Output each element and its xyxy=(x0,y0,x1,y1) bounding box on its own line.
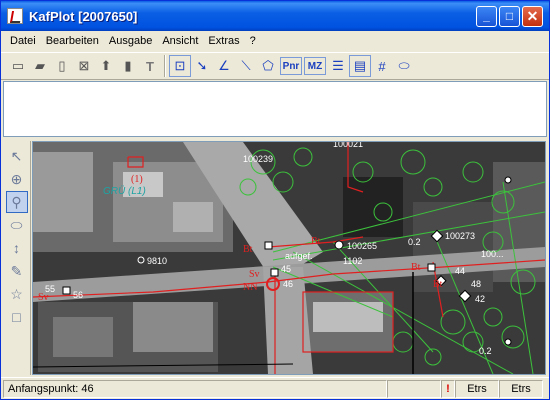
map-canvas[interactable]: 9810 GRÜ (L1) aufgef. 100265 1102 100273… xyxy=(32,141,546,375)
document-x-icon[interactable]: ⊠ xyxy=(73,55,95,77)
status-bar: Anfangspunkt: 46 ! Etrs Etrs xyxy=(1,377,549,399)
menu-ausgabe[interactable]: Ausgabe xyxy=(104,35,157,47)
list-tool-icon[interactable]: ☰ xyxy=(327,55,349,77)
map-label: 56 xyxy=(73,290,83,300)
map-label: 45 xyxy=(281,264,291,274)
zoom-icon[interactable]: ⚲ xyxy=(5,191,28,213)
map-label: 100... xyxy=(481,249,504,259)
crosshair-icon[interactable]: ⊕ xyxy=(6,168,28,190)
measure-icon[interactable]: ↕ xyxy=(6,237,28,259)
menu-help[interactable]: ? xyxy=(245,35,261,47)
rectangle-icon[interactable]: □ xyxy=(6,306,28,328)
map-label: Bt xyxy=(433,279,443,290)
menu-bearbeiten[interactable]: Bearbeiten xyxy=(41,35,104,47)
map-label: 0.2 xyxy=(408,237,421,247)
document-down-icon[interactable]: ▮ xyxy=(117,55,139,77)
open-folder-icon[interactable]: ▰ xyxy=(29,55,51,77)
window-title: KafPlot [2007650] xyxy=(29,8,138,24)
star-icon[interactable]: ☆ xyxy=(6,283,28,305)
map-label: Sv xyxy=(249,269,260,280)
map-label: 9810 xyxy=(147,256,167,266)
ellipse-tool-icon[interactable]: ⬭ xyxy=(393,55,415,77)
document-up-icon[interactable]: ⬆ xyxy=(95,55,117,77)
new-document-icon[interactable]: ▭ xyxy=(7,55,29,77)
map-label: 42 xyxy=(475,294,485,304)
title-bar[interactable]: KafPlot [2007650] _ □ ✕ xyxy=(1,1,549,31)
pnr-button[interactable]: Pnr xyxy=(280,57,302,75)
command-area[interactable] xyxy=(3,81,547,137)
map-label: 48 xyxy=(471,279,481,289)
menu-datei[interactable]: Datei xyxy=(5,35,41,47)
map-label: NN xyxy=(243,282,257,293)
toolbar-separator xyxy=(164,55,166,77)
pan-icon[interactable]: ⬭ xyxy=(6,214,28,236)
grid-tool-icon[interactable]: # xyxy=(371,55,393,77)
pencil-icon[interactable]: ✎ xyxy=(6,260,28,282)
menu-ansicht[interactable]: Ansicht xyxy=(157,35,203,47)
minimize-button[interactable]: _ xyxy=(476,5,497,27)
map-label: 44 xyxy=(455,266,465,276)
angle-tool-icon[interactable]: ∠ xyxy=(213,55,235,77)
menu-extras[interactable]: Extras xyxy=(203,35,244,47)
tool-palette: ↖ ⊕ ⚲ ⬭ ↕ ✎ ☆ □ xyxy=(3,141,31,375)
point-tool-icon[interactable]: ⊡ xyxy=(169,55,191,77)
arrow-tool-icon[interactable]: ➘ xyxy=(191,55,213,77)
app-window: KafPlot [2007650] _ □ ✕ Datei Bearbeiten… xyxy=(0,0,550,400)
map-label: 100265 xyxy=(347,241,377,251)
map-label: 100239 xyxy=(243,154,273,164)
line-tool-icon[interactable]: ⟍ xyxy=(235,55,257,77)
close-button[interactable]: ✕ xyxy=(522,5,543,27)
status-panel-empty xyxy=(387,379,441,398)
map-label: Bt xyxy=(311,236,321,247)
toolbar: ▭ ▰ ▯ ⊠ ⬆ ▮ T ⊡ ➘ ∠ ⟍ ⬠ Pnr MZ ☰ ▤ # ⬭ xyxy=(1,52,549,80)
app-icon[interactable] xyxy=(7,8,23,24)
document-a-icon[interactable]: ▯ xyxy=(51,55,73,77)
warning-icon: ! xyxy=(441,379,455,398)
maximize-button[interactable]: □ xyxy=(499,5,520,27)
map-label: 1102 xyxy=(343,256,362,266)
map-label: Bt xyxy=(243,244,253,255)
map-label: 100273 xyxy=(445,231,475,241)
crs-indicator-1[interactable]: Etrs xyxy=(455,379,499,398)
mz-button[interactable]: MZ xyxy=(304,57,326,75)
map-label: aufgef. xyxy=(285,251,313,261)
map-label: 46 xyxy=(283,279,293,289)
map-label: GRÜ (L1) xyxy=(103,185,146,197)
map-label: (1) xyxy=(131,174,143,185)
polygon-tool-icon[interactable]: ⬠ xyxy=(257,55,279,77)
map-label: 100021 xyxy=(333,142,363,149)
map-label: 0.2 xyxy=(479,346,492,356)
map-drawing[interactable]: 9810 GRÜ (L1) aufgef. 100265 1102 100273… xyxy=(33,142,545,374)
property-tool-icon[interactable]: ▤ xyxy=(349,55,371,77)
crs-indicator-2[interactable]: Etrs xyxy=(499,379,543,398)
text-tool-icon[interactable]: T xyxy=(139,55,161,77)
map-label: Bt xyxy=(411,262,421,273)
map-label: Sv xyxy=(38,292,49,303)
pointer-icon[interactable]: ↖ xyxy=(6,145,28,167)
status-message: Anfangspunkt: 46 xyxy=(3,379,387,398)
menu-bar: Datei Bearbeiten Ausgabe Ansicht Extras … xyxy=(1,31,549,51)
